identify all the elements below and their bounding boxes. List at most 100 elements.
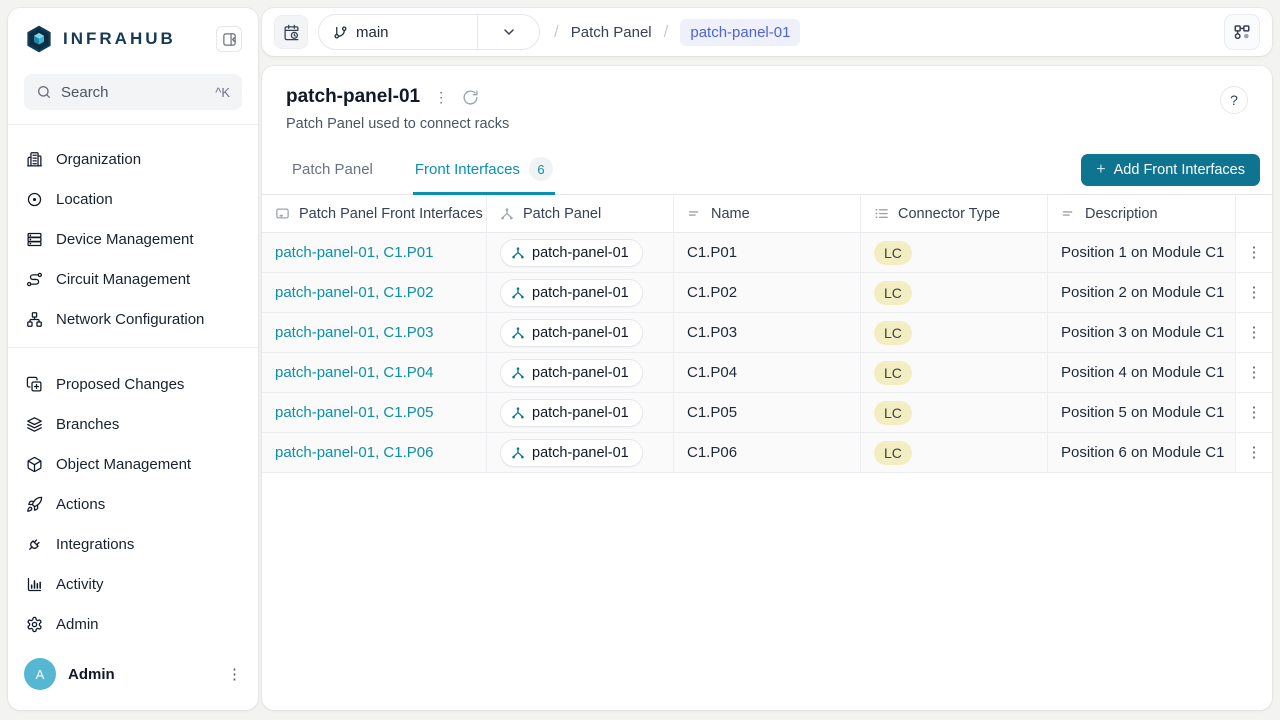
- app-title: INFRAHUB: [63, 29, 176, 49]
- diff-icon: [26, 376, 43, 393]
- front-interfaces-table: Patch Panel Front Interfaces Patch Panel…: [262, 195, 1272, 473]
- user-menu[interactable]: A Admin ⋮: [8, 644, 258, 710]
- interface-link[interactable]: patch-panel-01, C1.P02: [275, 284, 433, 301]
- sidebar-header: INFRAHUB: [8, 8, 258, 62]
- row-kebab-icon[interactable]: ⋮: [1247, 245, 1262, 260]
- location-icon: [26, 191, 43, 208]
- sidebar-item-branches[interactable]: Branches: [8, 404, 258, 444]
- sidebar-item-label: Location: [56, 191, 113, 208]
- sidebar-item-organization[interactable]: Organization: [8, 139, 258, 179]
- sidebar-item-device-management[interactable]: Device Management: [8, 219, 258, 259]
- help-button[interactable]: ?: [1220, 86, 1248, 114]
- interface-link[interactable]: patch-panel-01, C1.P04: [275, 364, 433, 381]
- user-kebab-icon[interactable]: ⋮: [227, 667, 242, 682]
- object-detail-panel: patch-panel-01 ⋮ Patch Panel used to con…: [262, 66, 1272, 710]
- table-row[interactable]: patch-panel-01, C1.P05 patch-panel-01 C1…: [262, 393, 1272, 433]
- column-header-connector-type[interactable]: Connector Type: [861, 195, 1048, 232]
- tab-count-badge: 6: [529, 157, 553, 181]
- sidebar-item-actions[interactable]: Actions: [8, 484, 258, 524]
- sidebar-item-customer-service[interactable]: Customer Service: [8, 339, 258, 348]
- layers-icon: [26, 416, 43, 433]
- server-icon: [26, 231, 43, 248]
- connector-type-badge: LC: [874, 321, 912, 345]
- column-header-actions: [1236, 195, 1272, 232]
- interface-link[interactable]: patch-panel-01, C1.P06: [275, 444, 433, 461]
- table-row[interactable]: patch-panel-01, C1.P06 patch-panel-01 C1…: [262, 433, 1272, 473]
- title-kebab-icon[interactable]: ⋮: [434, 89, 448, 106]
- patch-panel-pill[interactable]: patch-panel-01: [500, 279, 643, 307]
- search-input[interactable]: Search ^K: [24, 74, 242, 110]
- interface-link[interactable]: patch-panel-01, C1.P01: [275, 244, 433, 261]
- column-header-display[interactable]: Patch Panel Front Interfaces: [262, 195, 487, 232]
- page-title: patch-panel-01: [286, 86, 420, 108]
- column-header-name[interactable]: Name: [674, 195, 861, 232]
- table-row[interactable]: patch-panel-01, C1.P03 patch-panel-01 C1…: [262, 313, 1272, 353]
- row-kebab-icon[interactable]: ⋮: [1247, 365, 1262, 380]
- branch-selector[interactable]: main: [318, 14, 540, 50]
- sidebar-item-activity[interactable]: Activity: [8, 564, 258, 604]
- row-kebab-icon[interactable]: ⋮: [1247, 325, 1262, 340]
- pill-label: patch-panel-01: [532, 365, 629, 381]
- list-icon: [874, 206, 889, 221]
- hierarchy-icon: [511, 246, 525, 260]
- cell-name: C1.P04: [674, 353, 861, 392]
- sidebar-item-proposed-changes[interactable]: Proposed Changes: [8, 364, 258, 404]
- cell-description: Position 2 on Module C1: [1048, 273, 1236, 312]
- branch-dropdown-toggle[interactable]: [477, 15, 539, 49]
- sidebar-item-network-configuration[interactable]: Network Configuration: [8, 299, 258, 339]
- collapse-sidebar-button[interactable]: [216, 26, 242, 52]
- column-header-label: Patch Panel: [523, 206, 601, 222]
- pill-label: patch-panel-01: [532, 405, 629, 421]
- panel-collapse-icon: [222, 32, 237, 47]
- user-name: Admin: [68, 666, 215, 683]
- interface-link[interactable]: patch-panel-01, C1.P05: [275, 404, 433, 421]
- sidebar-item-location[interactable]: Location: [8, 179, 258, 219]
- sidebar-item-admin[interactable]: Admin: [8, 604, 258, 644]
- search-placeholder: Search: [61, 84, 206, 101]
- text-lines-icon: [1061, 206, 1076, 221]
- sidebar-item-label: Actions: [56, 496, 105, 513]
- table-row[interactable]: patch-panel-01, C1.P04 patch-panel-01 C1…: [262, 353, 1272, 393]
- add-front-interfaces-button[interactable]: + Add Front Interfaces: [1081, 154, 1260, 186]
- search-icon: [36, 84, 52, 100]
- breadcrumb-section[interactable]: Patch Panel: [571, 24, 652, 41]
- add-button-label: Add Front Interfaces: [1114, 162, 1245, 178]
- tab-patch-panel[interactable]: Patch Panel: [290, 161, 375, 195]
- row-kebab-icon[interactable]: ⋮: [1247, 445, 1262, 460]
- pill-label: patch-panel-01: [532, 245, 629, 261]
- connector-type-badge: LC: [874, 281, 912, 305]
- branch-current[interactable]: main: [319, 15, 477, 49]
- table-row[interactable]: patch-panel-01, C1.P02 patch-panel-01 C1…: [262, 273, 1272, 313]
- sidebar-item-integrations[interactable]: Integrations: [8, 524, 258, 564]
- table-row[interactable]: patch-panel-01, C1.P01 patch-panel-01 C1…: [262, 233, 1272, 273]
- pill-label: patch-panel-01: [532, 445, 629, 461]
- schema-visualizer-button[interactable]: [1224, 14, 1260, 50]
- row-kebab-icon[interactable]: ⋮: [1247, 405, 1262, 420]
- cell-name: C1.P03: [674, 313, 861, 352]
- column-header-label: Name: [711, 206, 750, 222]
- tab-label: Front Interfaces: [415, 161, 520, 178]
- logo[interactable]: INFRAHUB: [24, 24, 176, 54]
- refresh-icon[interactable]: [462, 89, 479, 106]
- table-header-row: Patch Panel Front Interfaces Patch Panel…: [262, 195, 1272, 233]
- branch-name: main: [356, 24, 389, 41]
- row-kebab-icon[interactable]: ⋮: [1247, 285, 1262, 300]
- cell-description: Position 4 on Module C1: [1048, 353, 1236, 392]
- patch-panel-pill[interactable]: patch-panel-01: [500, 239, 643, 267]
- bar-chart-icon: [26, 576, 43, 593]
- breadcrumb-current[interactable]: patch-panel-01: [680, 19, 800, 46]
- sidebar-item-label: Integrations: [56, 536, 134, 553]
- interface-link[interactable]: patch-panel-01, C1.P03: [275, 324, 433, 341]
- patch-panel-pill[interactable]: patch-panel-01: [500, 399, 643, 427]
- sidebar-item-object-management[interactable]: Object Management: [8, 444, 258, 484]
- column-header-description[interactable]: Description: [1048, 195, 1236, 232]
- column-header-patch-panel[interactable]: Patch Panel: [487, 195, 674, 232]
- patch-panel-pill[interactable]: patch-panel-01: [500, 439, 643, 467]
- patch-panel-pill[interactable]: patch-panel-01: [500, 359, 643, 387]
- sidebar-item-label: Circuit Management: [56, 271, 190, 288]
- tab-front-interfaces[interactable]: Front Interfaces 6: [413, 157, 555, 195]
- patch-panel-pill[interactable]: patch-panel-01: [500, 319, 643, 347]
- sidebar-item-circuit-management[interactable]: Circuit Management: [8, 259, 258, 299]
- time-travel-button[interactable]: [274, 15, 308, 49]
- column-header-label: Patch Panel Front Interfaces: [299, 206, 483, 222]
